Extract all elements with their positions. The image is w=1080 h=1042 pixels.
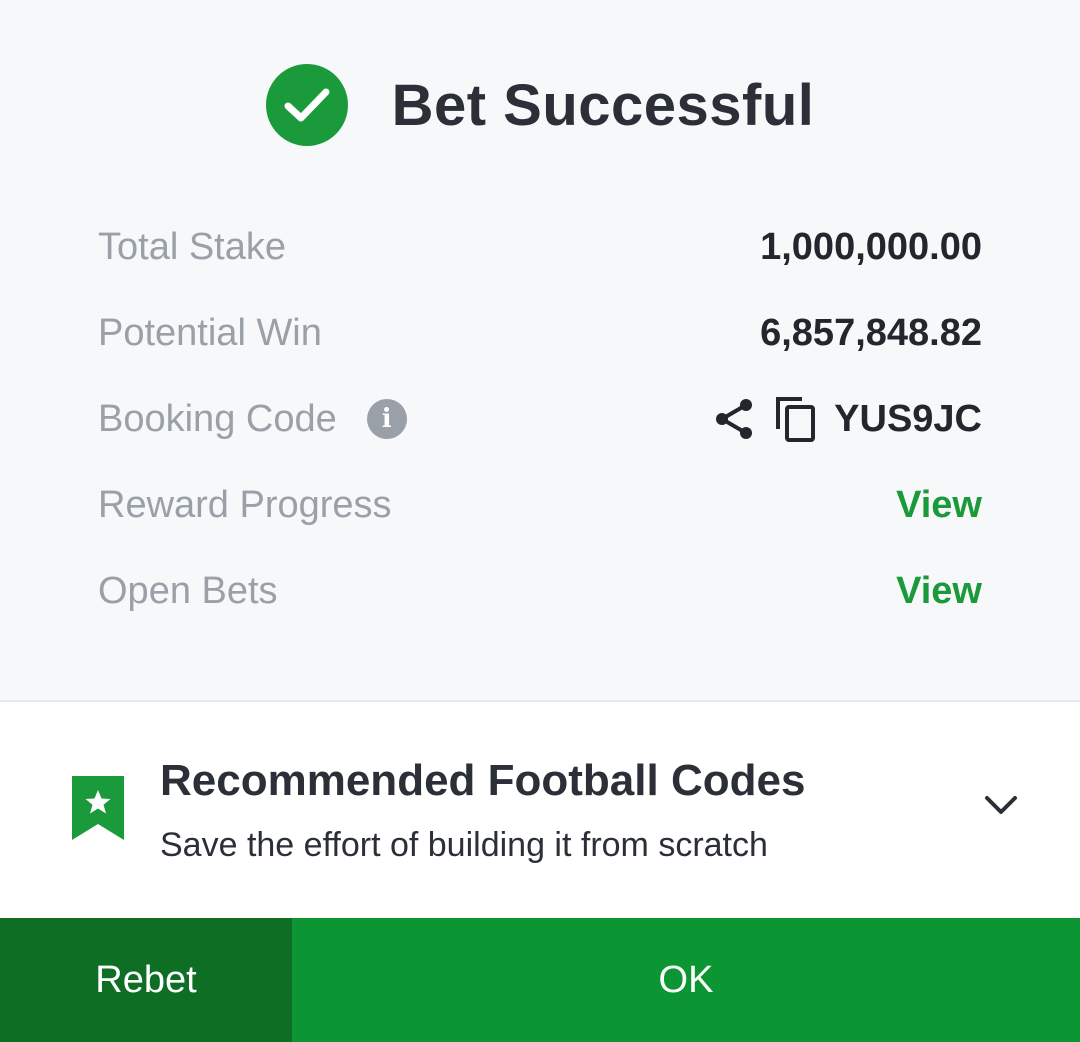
ok-button[interactable]: OK <box>292 918 1080 1042</box>
booking-code-label-group: Booking Code i <box>98 398 407 441</box>
open-bets-label: Open Bets <box>98 569 278 612</box>
recommended-codes-section[interactable] <box>0 704 1080 918</box>
booking-code-value-group: YUS9JC <box>712 395 982 443</box>
chevron-down-icon[interactable] <box>982 790 1020 820</box>
potential-win-value: 6,857,848.82 <box>760 311 982 354</box>
bet-summary: Total Stake 1,000,000.00 Potential Win 6… <box>98 204 982 634</box>
booking-code-value: YUS9JC <box>834 397 982 440</box>
action-footer: Rebet OK <box>0 918 1080 1042</box>
bet-success-panel: Bet Successful Total Stake 1,000,000.00 … <box>0 0 1080 702</box>
total-stake-value: 1,000,000.00 <box>760 225 982 268</box>
info-icon[interactable]: i <box>366 399 407 439</box>
recommended-subtitle: Save the effort of building it from scra… <box>160 826 768 864</box>
recommended-title: Recommended Football Codes <box>160 756 806 805</box>
page-title: Bet Successful <box>391 72 815 138</box>
success-header: Bet Successful <box>0 62 1080 148</box>
reward-progress-view-link[interactable]: View <box>896 484 982 527</box>
potential-win-label: Potential Win <box>98 311 322 354</box>
share-icon[interactable] <box>712 397 756 441</box>
total-stake-row: Total Stake 1,000,000.00 <box>98 204 982 290</box>
reward-progress-label: Reward Progress <box>98 483 392 526</box>
copy-icon[interactable] <box>774 395 818 443</box>
reward-progress-row: Reward Progress View <box>98 462 982 548</box>
rebet-button[interactable]: Rebet <box>0 918 292 1042</box>
open-bets-view-link[interactable]: View <box>896 570 982 613</box>
bookmark-star-icon <box>72 776 124 840</box>
open-bets-row: Open Bets View <box>98 548 982 634</box>
check-circle-icon <box>265 64 348 146</box>
potential-win-row: Potential Win 6,857,848.82 <box>98 290 982 376</box>
booking-code-row: Booking Code i YUS9JC <box>98 376 982 462</box>
total-stake-label: Total Stake <box>98 225 286 268</box>
booking-code-label: Booking Code <box>98 397 337 440</box>
